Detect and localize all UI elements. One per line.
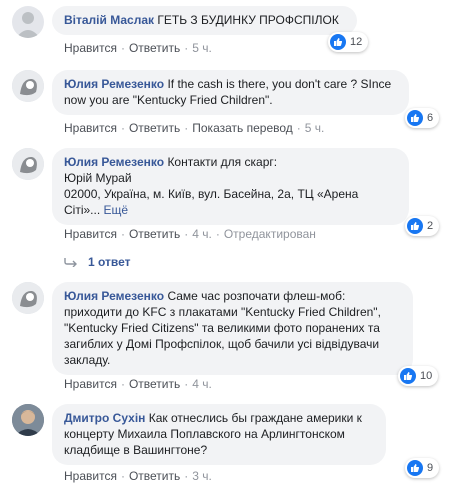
see-more-link[interactable]: Ещё xyxy=(104,203,129,217)
comment-text-line: Как отнеслись бы граждане америки к xyxy=(148,411,362,425)
comment-author[interactable]: Юлия Ремезенко xyxy=(64,77,164,91)
like-link[interactable]: Нравится xyxy=(64,121,117,135)
reply-link[interactable]: Ответить xyxy=(129,41,180,55)
comment-bubble: Віталій Маслак ГЕТЬ З БУДИНКУ ПРОФСПІЛОК xyxy=(52,6,357,35)
timestamp[interactable]: 4 ч. xyxy=(192,377,212,391)
reply-link[interactable]: Ответить xyxy=(129,227,180,241)
thumbs-up-icon xyxy=(400,368,416,384)
show-translation-link[interactable]: Показать перевод xyxy=(192,121,293,135)
comment-actions: Нравится · Ответить · Показать перевод · 5 ч. xyxy=(64,121,325,135)
comment-text-line: now you are "Kentucky Fried Children". xyxy=(64,93,273,107)
comment-author[interactable]: Юлия Ремезенко xyxy=(64,155,164,169)
timestamp[interactable]: 5 ч. xyxy=(192,41,212,55)
reaction-count[interactable]: 6 xyxy=(405,108,440,128)
comment-actions: Нравится · Ответить · 3 ч. xyxy=(64,469,212,483)
reaction-count[interactable]: 10 xyxy=(398,366,439,386)
comment-text-line: Юрій Мурай xyxy=(64,171,132,185)
avatar[interactable] xyxy=(12,70,44,102)
timestamp[interactable]: 5 ч. xyxy=(305,121,325,135)
reply-link[interactable]: Ответить xyxy=(129,377,180,391)
comment-text-line: концерту Михаила Поплавского на Арлингто… xyxy=(64,427,345,441)
comment-text-line: кладбище в Вашингтоне? xyxy=(64,443,208,457)
reply-arrow-icon xyxy=(64,257,78,267)
comment-author[interactable]: Дмитро Сухін xyxy=(64,411,145,425)
comment-text-line: Саме час розпочати флеш-моб: xyxy=(167,289,346,303)
comment-text-line: закладу. xyxy=(64,353,111,367)
avatar[interactable] xyxy=(12,282,44,314)
comment-text-line: загиблих у Домі Профспілок, щоб бачили у… xyxy=(64,337,380,351)
reaction-count[interactable]: 2 xyxy=(405,216,440,236)
comment-actions: Нравится · Ответить · 4 ч. · Отредактирован xyxy=(64,227,316,241)
comment-actions: Нравится · Ответить · 4 ч. xyxy=(64,377,212,391)
avatar[interactable] xyxy=(12,148,44,180)
thumbs-up-icon xyxy=(407,110,423,126)
avatar[interactable] xyxy=(12,6,44,38)
edited-label: Отредактирован xyxy=(223,227,316,241)
reaction-count[interactable]: 9 xyxy=(405,458,440,478)
timestamp[interactable]: 4 ч. xyxy=(192,227,212,241)
comment-text-line: приходити до KFC з плакатами "Kentucky F… xyxy=(64,305,381,319)
thumbs-up-icon xyxy=(330,34,346,50)
like-link[interactable]: Нравится xyxy=(64,41,117,55)
avatar[interactable] xyxy=(12,404,44,436)
comment-text-line: "Kentucky Fried Citizens" та великими фо… xyxy=(64,321,380,335)
view-replies-link[interactable]: 1 ответ xyxy=(64,255,131,269)
reaction-count[interactable]: 12 xyxy=(328,32,369,52)
comment-text-line: Сіті»... xyxy=(64,203,101,217)
like-link[interactable]: Нравится xyxy=(64,377,117,391)
replies-count-label: 1 ответ xyxy=(88,255,131,269)
reaction-count-value: 10 xyxy=(420,370,433,382)
comment-text-line: Контакти для скарг: xyxy=(167,155,278,169)
thumbs-up-icon xyxy=(407,218,423,234)
reaction-count-value: 2 xyxy=(427,220,434,232)
comment-text-line: If the cash is there, you don't care ? S… xyxy=(167,77,392,91)
comment-author[interactable]: Юлия Ремезенко xyxy=(64,289,164,303)
comment-actions: Нравится · Ответить · 5 ч. xyxy=(64,41,212,55)
comment-text: ГЕТЬ З БУДИНКУ ПРОФСПІЛОК xyxy=(157,13,339,27)
like-link[interactable]: Нравится xyxy=(64,469,117,483)
reaction-count-value: 6 xyxy=(427,112,434,124)
comment-text-line: 02000, Україна, м. Київ, вул. Басейна, 2… xyxy=(64,187,359,201)
reaction-count-value: 9 xyxy=(427,462,434,474)
like-link[interactable]: Нравится xyxy=(64,227,117,241)
comment-bubble: Дмитро Сухін Как отнеслись бы граждане а… xyxy=(52,404,386,465)
timestamp[interactable]: 3 ч. xyxy=(192,469,212,483)
comment-bubble: Юлия Ремезенко Саме час розпочати флеш-м… xyxy=(52,282,413,375)
comment-bubble: Юлия Ремезенко If the cash is there, you… xyxy=(52,70,409,115)
reply-link[interactable]: Ответить xyxy=(129,469,180,483)
reply-link[interactable]: Ответить xyxy=(129,121,180,135)
reaction-count-value: 12 xyxy=(350,36,363,48)
comment-bubble: Юлия Ремезенко Контакти для скарг: Юрій … xyxy=(52,148,409,225)
comment-author[interactable]: Віталій Маслак xyxy=(64,13,154,27)
thumbs-up-icon xyxy=(407,460,423,476)
